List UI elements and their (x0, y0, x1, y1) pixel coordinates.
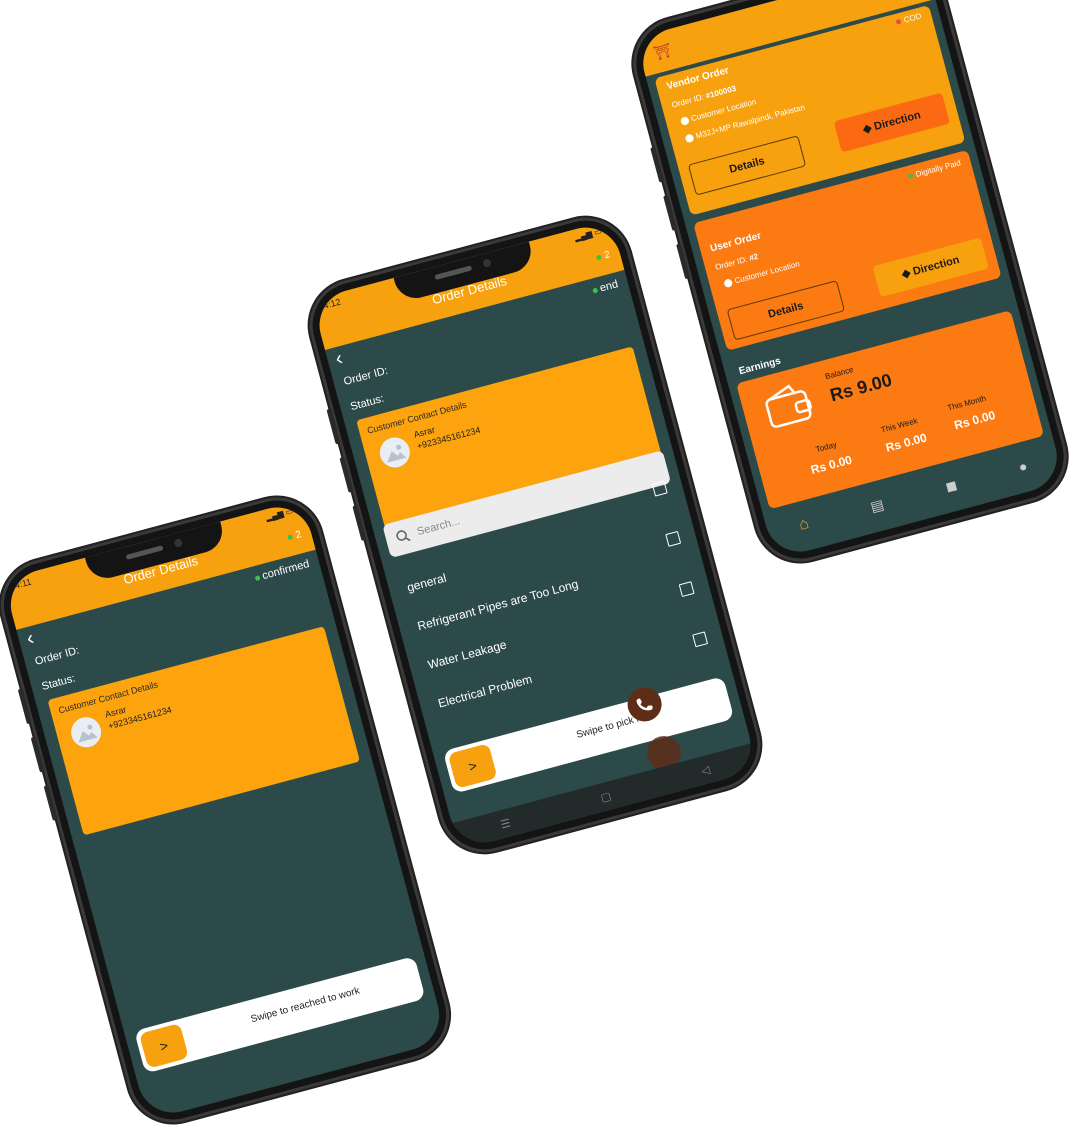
back-arrow-icon[interactable]: ‹ (24, 627, 36, 650)
order-id-label: Order ID: (342, 364, 390, 389)
user-payment-badge: Digitally Paid (907, 158, 962, 181)
location-pin-icon: ⬤ (679, 115, 691, 127)
problem-item[interactable]: Refrigerant Pipes are Too Long (416, 530, 692, 633)
swipe-handle[interactable]: > (447, 743, 498, 789)
direction-icon: ◆ (900, 267, 912, 281)
order-id-label: Order ID: (33, 644, 81, 668)
swipe-handle[interactable]: > (139, 1023, 189, 1069)
vendor-direction-button[interactable]: ◆ Direction (833, 92, 951, 153)
bag-icon[interactable]: ◼ (943, 476, 959, 495)
home-icon[interactable]: ⌂ (797, 515, 811, 535)
location-pin-icon: ⬤ (722, 277, 734, 289)
user-order-title: User Order (709, 230, 763, 255)
swipe-label: Swipe to reached to work (249, 985, 361, 1026)
home-square-icon[interactable]: ▢ (599, 789, 612, 804)
problem-checkbox[interactable] (692, 631, 709, 648)
vendor-details-button[interactable]: Details (687, 135, 807, 196)
location-pin-icon: ⬤ (683, 132, 695, 144)
search-placeholder: Search... (415, 515, 462, 539)
avatar-placeholder-icon (67, 713, 105, 751)
balance-label: Balance (824, 365, 855, 382)
month-value: Rs 0.00 (952, 407, 997, 433)
status-badge-count: 2 (595, 249, 611, 263)
user-icon[interactable]: ● (1017, 457, 1029, 475)
status-bar-time: 4:11 (13, 576, 33, 591)
wallet-icon (761, 380, 817, 435)
status-label: Status: (40, 672, 77, 693)
user-direction-button[interactable]: ◆ Direction (872, 237, 989, 298)
swipe-label: Swipe to pick Par (575, 710, 653, 741)
today-label: Today (814, 439, 838, 455)
app-logo-icon: ⛩ (651, 41, 674, 62)
avatar-placeholder-icon (376, 434, 414, 471)
swipe-reached-work[interactable]: > Swipe to reached to work (134, 955, 426, 1074)
problem-checkbox[interactable] (665, 530, 682, 547)
status-bar-time: 4:12 (322, 296, 342, 311)
customer-contact-card: Customer Contact Details Asrar +92334516… (47, 626, 361, 836)
week-label: This Week (879, 416, 919, 435)
phone-screen: ⛩ Vendor Order COD Order ID: #100003 ⬤ C… (635, 0, 1065, 560)
problem-label: Electrical Problem (436, 671, 534, 711)
status-bar-icons: ▂▄▆ ▭ (573, 226, 603, 243)
problem-item[interactable]: Water Leakage (426, 581, 702, 672)
month-label: This Month (946, 393, 988, 413)
list-icon[interactable]: ▤ (868, 495, 885, 515)
user-order-id: Order ID: #2 (714, 251, 760, 272)
problem-checkbox[interactable] (678, 581, 695, 598)
problem-label: general (405, 570, 448, 595)
status-label: Status: (349, 392, 386, 414)
week-value: Rs 0.00 (884, 430, 929, 455)
back-triangle-icon[interactable]: ◁ (700, 763, 711, 777)
status-badge-count: 2 (287, 529, 303, 543)
status-bar-icons: ▂▄▆ ▭ (264, 506, 295, 523)
direction-icon: ◆ (861, 122, 873, 136)
back-arrow-icon[interactable]: ‹ (333, 347, 345, 370)
order-status-tag: end (591, 278, 619, 296)
search-icon (394, 528, 412, 550)
menu-icon[interactable]: ☰ (499, 816, 512, 831)
today-value: Rs 0.00 (809, 452, 854, 477)
vendor-payment-badge: COD (895, 11, 922, 26)
problem-label: Water Leakage (426, 637, 509, 672)
user-details-button[interactable]: Details (726, 280, 846, 341)
